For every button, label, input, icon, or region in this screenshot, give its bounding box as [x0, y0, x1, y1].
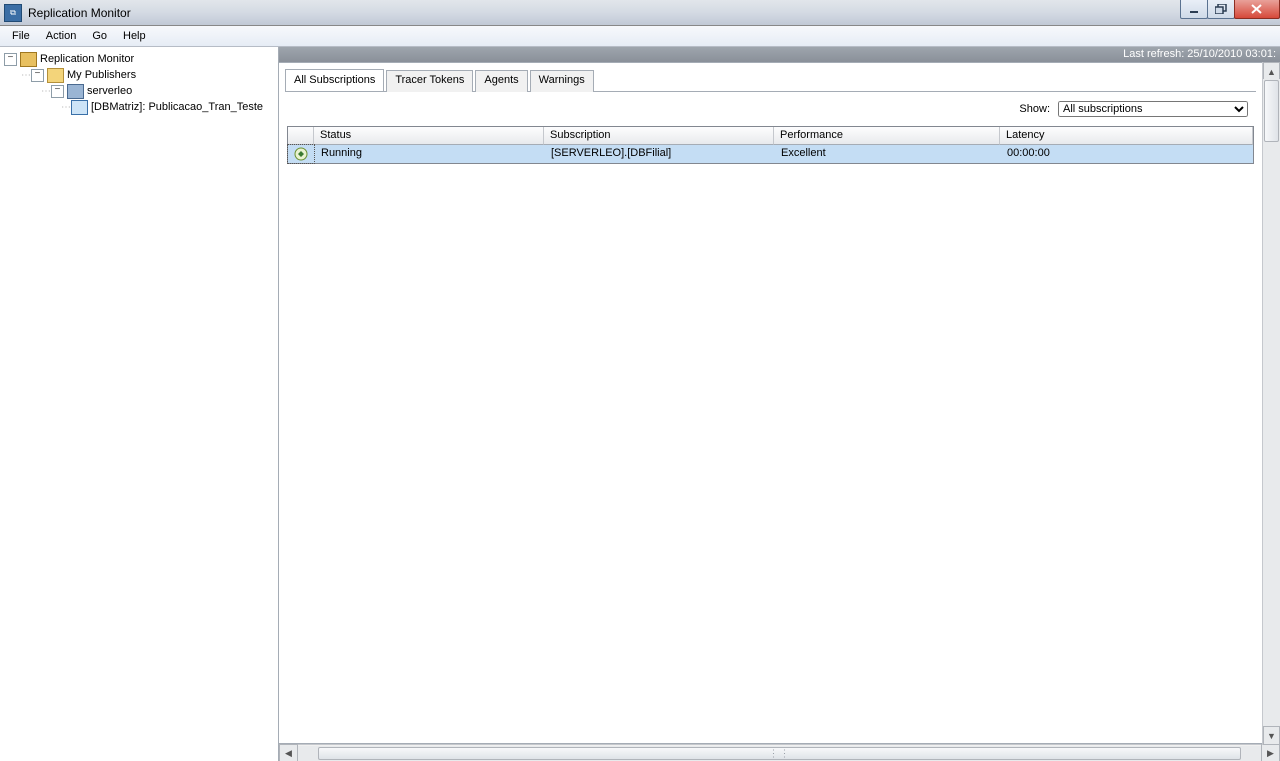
minimize-icon	[1189, 4, 1199, 14]
show-select[interactable]: All subscriptions	[1058, 101, 1248, 117]
table-row[interactable]: Running [SERVERLEO].[DBFilial] Excellent…	[288, 145, 1253, 163]
tree-root[interactable]: − Replication Monitor	[0, 51, 278, 67]
collapse-icon[interactable]: −	[51, 85, 64, 98]
monitor-icon	[20, 52, 37, 67]
close-icon	[1251, 4, 1263, 14]
title-bar: ⧉ Replication Monitor	[0, 0, 1280, 26]
maximize-button[interactable]	[1207, 0, 1235, 19]
collapse-icon[interactable]: −	[4, 53, 17, 66]
tree-publishers-label: My Publishers	[67, 69, 136, 81]
tree-connector: ⋯	[61, 102, 70, 113]
scroll-track[interactable]: ⋮⋮	[298, 746, 1261, 761]
scroll-track[interactable]	[1263, 79, 1280, 728]
menu-file[interactable]: File	[4, 28, 38, 44]
tree-root-label: Replication Monitor	[40, 53, 134, 65]
tree-pane: − Replication Monitor ⋯ − My Publishers …	[0, 47, 279, 761]
scroll-down-icon[interactable]: ▼	[1263, 726, 1280, 745]
scroll-left-icon[interactable]: ◀	[279, 744, 298, 761]
grip-icon: ⋮⋮	[769, 748, 791, 759]
header-subscription[interactable]: Subscription	[544, 127, 774, 145]
cell-latency: 00:00:00	[1001, 145, 1253, 163]
cell-subscription: [SERVERLEO].[DBFilial]	[545, 145, 775, 163]
publication-icon	[71, 100, 88, 115]
row-status-icon	[287, 144, 315, 164]
tree-publication-label: [DBMatriz]: Publicacao_Tran_Teste	[91, 101, 263, 113]
horizontal-scrollbar[interactable]: ◀ ⋮⋮ ▶	[279, 744, 1280, 761]
app-icon: ⧉	[4, 4, 22, 22]
tree-connector: ⋯	[41, 86, 50, 97]
header-icon-col[interactable]	[288, 127, 314, 145]
subscriptions-grid: Status Subscription Performance Latency …	[287, 126, 1254, 164]
running-icon	[294, 147, 308, 161]
grid-empty-area	[285, 164, 1256, 743]
tab-tracer-tokens[interactable]: Tracer Tokens	[386, 70, 473, 92]
scroll-thumb[interactable]	[1264, 80, 1279, 142]
show-label: Show:	[1019, 103, 1050, 115]
tab-agents[interactable]: Agents	[475, 70, 527, 92]
refresh-status: Last refresh: 25/10/2010 03:01:	[279, 47, 1280, 62]
filter-row: Show: All subscriptions	[285, 92, 1256, 126]
cell-status: Running	[315, 145, 545, 163]
restore-icon	[1215, 4, 1227, 14]
content-pane: Last refresh: 25/10/2010 03:01: All Subs…	[279, 47, 1280, 761]
folder-icon	[47, 68, 64, 83]
scroll-right-icon[interactable]: ▶	[1261, 744, 1280, 761]
tab-all-subscriptions[interactable]: All Subscriptions	[285, 69, 384, 91]
minimize-button[interactable]	[1180, 0, 1208, 19]
scroll-thumb[interactable]: ⋮⋮	[318, 747, 1241, 760]
collapse-icon[interactable]: −	[31, 69, 44, 82]
header-latency[interactable]: Latency	[1000, 127, 1253, 145]
grid-header: Status Subscription Performance Latency	[288, 127, 1253, 145]
tree-server[interactable]: ⋯ − serverleo	[0, 83, 278, 99]
menu-action[interactable]: Action	[38, 28, 85, 44]
menu-go[interactable]: Go	[84, 28, 115, 44]
header-performance[interactable]: Performance	[774, 127, 1000, 145]
tab-strip: All Subscriptions Tracer Tokens Agents W…	[285, 69, 1256, 92]
tree-publication[interactable]: ⋯ [DBMatriz]: Publicacao_Tran_Teste	[0, 99, 278, 115]
menu-help[interactable]: Help	[115, 28, 154, 44]
server-icon	[67, 84, 84, 99]
tree-connector: ⋯	[21, 70, 30, 81]
tree-publishers[interactable]: ⋯ − My Publishers	[0, 67, 278, 83]
header-status[interactable]: Status	[314, 127, 544, 145]
cell-performance: Excellent	[775, 145, 1001, 163]
tab-warnings[interactable]: Warnings	[530, 70, 594, 92]
menu-bar: File Action Go Help	[0, 26, 1280, 47]
tree-server-label: serverleo	[87, 85, 132, 97]
close-button[interactable]	[1234, 0, 1280, 19]
vertical-scrollbar[interactable]: ▲ ▼	[1262, 62, 1280, 745]
window-title: Replication Monitor	[28, 6, 131, 20]
